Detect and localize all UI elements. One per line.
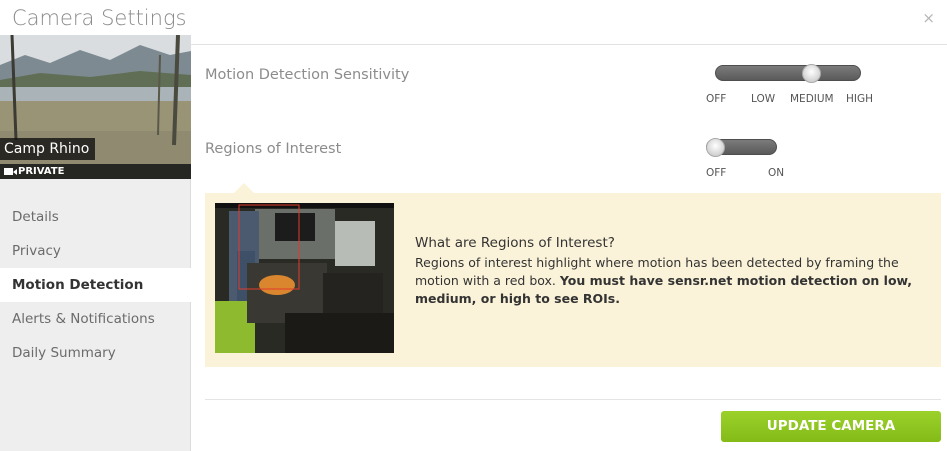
sidebar-item-privacy[interactable]: Privacy <box>0 234 191 268</box>
camera-thumbnail: Camp Rhino PRIVATE <box>0 35 191 179</box>
camera-name: Camp Rhino <box>0 138 96 160</box>
motion-sensitivity-label: Motion Detection Sensitivity <box>205 67 410 83</box>
regions-of-interest-toggle-knob[interactable] <box>706 138 725 157</box>
info-box-body: Regions of interest highlight where moti… <box>415 254 915 308</box>
sidebar-nav: Details Privacy Motion Detection Alerts … <box>0 200 191 370</box>
roi-option-off[interactable]: OFF <box>706 167 726 179</box>
close-icon[interactable]: × <box>922 9 935 27</box>
sidebar-item-details[interactable]: Details <box>0 200 191 234</box>
regions-of-interest-label: Regions of Interest <box>205 141 342 157</box>
privacy-label: PRIVATE <box>18 166 65 177</box>
sensitivity-option-high[interactable]: HIGH <box>846 93 873 105</box>
update-camera-button[interactable]: UPDATE CAMERA <box>721 411 941 442</box>
sidebar-item-motion-detection[interactable]: Motion Detection <box>0 268 191 302</box>
sidebar: Camp Rhino PRIVATE Details Privacy Motio… <box>0 35 191 451</box>
roi-option-on[interactable]: ON <box>768 167 784 179</box>
video-camera-icon <box>4 168 13 175</box>
footer-divider <box>205 399 941 400</box>
sensitivity-option-medium[interactable]: MEDIUM <box>790 93 834 105</box>
sidebar-item-alerts-notifications[interactable]: Alerts & Notifications <box>0 302 191 336</box>
info-box-title: What are Regions of Interest? <box>415 235 615 251</box>
sensitivity-option-low[interactable]: LOW <box>751 93 775 105</box>
motion-sensitivity-slider[interactable] <box>715 64 861 83</box>
roi-example-image <box>215 203 394 353</box>
roi-info-box: What are Regions of Interest? Regions of… <box>205 193 941 367</box>
motion-sensitivity-slider-knob[interactable] <box>802 64 821 83</box>
page-title: Camera Settings <box>12 6 187 30</box>
info-box-pointer <box>234 183 254 193</box>
privacy-badge: PRIVATE <box>0 164 191 179</box>
regions-of-interest-toggle[interactable] <box>706 138 777 157</box>
sensitivity-option-off[interactable]: OFF <box>706 93 726 105</box>
sidebar-item-daily-summary[interactable]: Daily Summary <box>0 336 191 370</box>
